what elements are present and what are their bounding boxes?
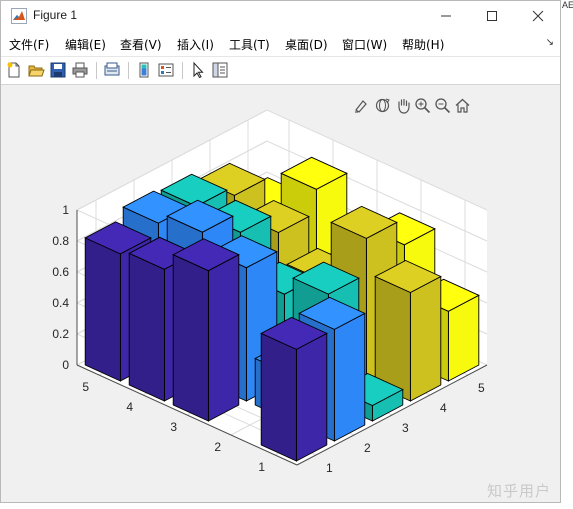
- insert-legend-icon[interactable]: [157, 61, 175, 79]
- y-tick-label: 2: [364, 441, 371, 455]
- figure-toolbar: [1, 57, 560, 85]
- bar3-chart: 123451234500.20.40.60.81: [52, 109, 488, 475]
- y-tick-label: 5: [478, 381, 485, 395]
- x-tick-label: 2: [214, 440, 221, 454]
- new-figure-icon[interactable]: [5, 61, 23, 79]
- figure-canvas: 1 2 3 4 5 1 2 3 4 5 0 0.2 0.4 0.6 0.8 1: [1, 85, 560, 502]
- bar-face-left: [207, 253, 240, 422]
- open-file-icon[interactable]: [27, 61, 45, 79]
- toolbar-separator: [128, 62, 129, 79]
- y-tick-label: 3: [402, 421, 409, 435]
- menu-item-0[interactable]: 文件(F): [9, 36, 49, 53]
- menu-item-2[interactable]: 查看(V): [120, 36, 162, 53]
- maximize-icon: [487, 11, 497, 21]
- insert-colorbar-icon[interactable]: [135, 61, 153, 79]
- close-button[interactable]: [515, 1, 561, 31]
- menu-item-1[interactable]: 编辑(E): [65, 36, 106, 53]
- z-tick-label: 0: [62, 358, 69, 372]
- edit-plot-pointer-icon[interactable]: [189, 61, 207, 79]
- title-bar[interactable]: Figure 1: [1, 1, 560, 31]
- z-tick-label: 0.8: [52, 234, 69, 248]
- watermark-text: 知乎用户: [487, 482, 552, 500]
- save-icon[interactable]: [49, 61, 67, 79]
- menu-item-4[interactable]: 工具(T): [229, 36, 270, 53]
- minimize-button[interactable]: [423, 1, 469, 31]
- bar-face-right: [84, 237, 121, 382]
- z-tick-label: 0.2: [52, 327, 69, 341]
- background-window-strip: [561, 0, 573, 509]
- link-plot-icon[interactable]: [103, 61, 121, 79]
- menu-bar: ↘ 文件(F) 编辑(E) 查看(V) 插入(I) 工具(T) 桌面(D) 窗口(W) 帮助(…: [1, 31, 560, 57]
- y-tick-label: 4: [440, 401, 447, 415]
- menu-item-3[interactable]: 插入(I): [177, 36, 214, 53]
- bar-face-right: [172, 254, 209, 422]
- window-title: Figure 1: [33, 8, 78, 22]
- property-inspector-icon[interactable]: [211, 61, 229, 79]
- x-tick-label: 4: [126, 400, 133, 414]
- x-tick-label: 1: [258, 460, 265, 474]
- toolbar-separator: [182, 62, 183, 79]
- z-tick-label: 0.6: [52, 265, 69, 279]
- bar-face-right: [128, 252, 165, 402]
- bar-face-left: [295, 332, 328, 462]
- print-icon[interactable]: [71, 61, 89, 79]
- x-tick-label: 3: [170, 420, 177, 434]
- bar-face-left: [333, 312, 366, 442]
- menu-item-5[interactable]: 桌面(D): [285, 36, 328, 53]
- menu-item-7[interactable]: 帮助(H): [402, 36, 444, 53]
- background-window-text: AE: [562, 0, 573, 10]
- figure-window: Figure 1 ↘ 文件(F) 编辑(E) 查看(V) 插入(I) 工具(T) 桌面(D…: [0, 0, 561, 503]
- matlab-logo-icon: [11, 8, 27, 24]
- toolbar-separator: [96, 62, 97, 79]
- close-icon: [532, 10, 544, 22]
- maximize-button[interactable]: [469, 1, 515, 31]
- y-tick-label: 1: [326, 461, 333, 475]
- menu-overflow-arrow-icon[interactable]: ↘: [546, 37, 554, 48]
- z-tick-label: 0.4: [52, 296, 69, 310]
- bar-face-right: [260, 332, 297, 462]
- minimize-icon: [441, 15, 451, 17]
- menu-item-6[interactable]: 窗口(W): [342, 36, 387, 53]
- x-tick-label: 5: [82, 380, 89, 394]
- bar-face-left: [409, 275, 442, 402]
- z-tick-label: 1: [62, 203, 69, 217]
